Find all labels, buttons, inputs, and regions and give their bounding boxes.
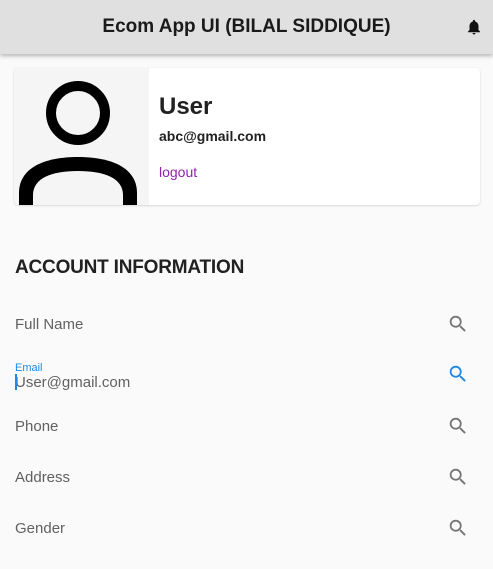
person-icon (19, 81, 137, 205)
app-bar: Ecom App UI (BILAL SIDDIQUE) (0, 0, 493, 54)
email-field[interactable]: Email User@gmail.com (15, 362, 475, 402)
email-value: User@gmail.com (15, 374, 131, 391)
search-icon[interactable] (447, 466, 469, 488)
avatar (14, 68, 149, 205)
text-caret (15, 374, 17, 390)
logout-link[interactable]: logout (159, 164, 197, 180)
phone-label: Phone (15, 418, 59, 435)
profile-card: User abc@gmail.com logout (14, 68, 480, 205)
section-title: ACCOUNT INFORMATION (15, 257, 245, 278)
search-icon[interactable] (447, 517, 469, 539)
full-name-field[interactable]: Full Name (15, 306, 475, 342)
gender-field[interactable]: Gender (15, 510, 475, 546)
search-icon[interactable] (447, 313, 469, 335)
full-name-label: Full Name (15, 316, 84, 333)
profile-name: User (159, 93, 213, 120)
search-icon[interactable] (447, 415, 469, 437)
address-field[interactable]: Address (15, 459, 475, 495)
gender-label: Gender (15, 520, 66, 537)
search-icon[interactable] (447, 363, 469, 385)
profile-email: abc@gmail.com (159, 128, 267, 144)
email-label: Email (15, 362, 43, 374)
app-title: Ecom App UI (BILAL SIDDIQUE) (102, 16, 391, 37)
phone-field[interactable]: Phone (15, 408, 475, 444)
bell-icon[interactable] (465, 17, 483, 37)
address-label: Address (15, 469, 71, 486)
